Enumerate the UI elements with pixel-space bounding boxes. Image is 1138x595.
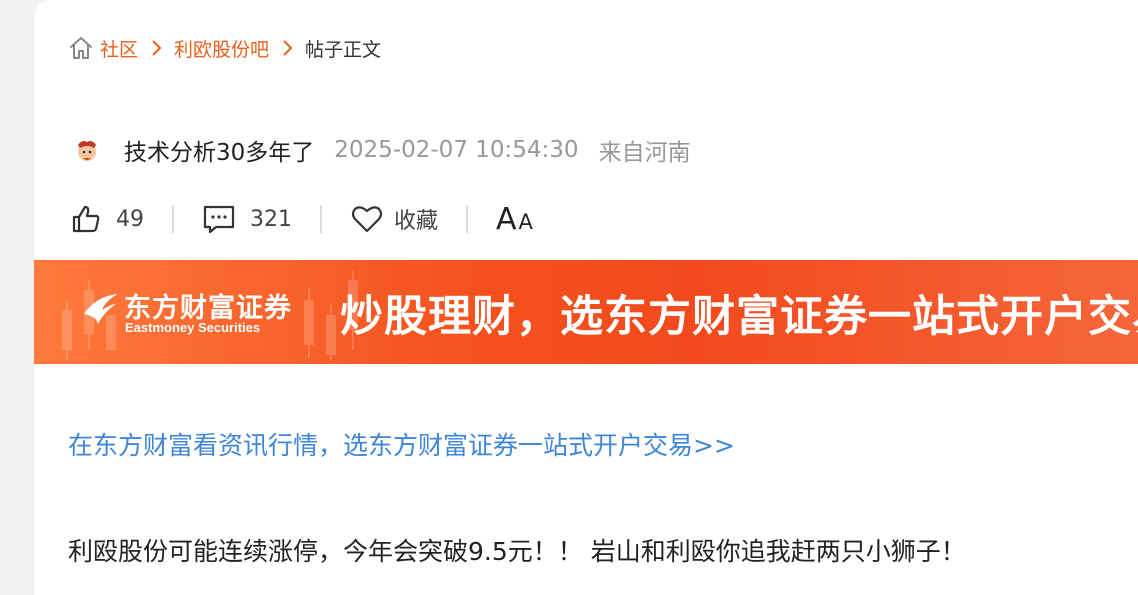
post-location: 来自河南 [598,140,691,166]
like-count: 49 [116,206,144,232]
banner-slogan: 炒股理财，选东方财富证券一站式开户交易 [340,292,1138,342]
promo-link[interactable]: 在东方财富看资讯行情，选东方财富证券一站式开户交易>> [68,426,735,462]
chevron-right-icon [149,39,163,57]
banner-brand-english: Eastmoney Securities [125,320,261,335]
post-body-text: 利殴股份可能连续涨停，今年会突破9.5元！！ 岩山和利殴你追我赶两只小狮子！ [68,537,966,566]
author-name[interactable]: 技术分析30多年了 [124,133,314,167]
heart-icon [350,203,384,235]
home-icon[interactable] [68,35,94,61]
font-size-large-glyph: A [496,201,517,237]
post-card: 社区 利欧股份吧 帖子正文 技术分析30多年了 2025-02-07 10:54… [34,0,1138,595]
divider [466,205,469,233]
favorite-button[interactable]: 收藏 [350,203,438,235]
breadcrumb: 社区 利欧股份吧 帖子正文 [68,32,381,64]
favorite-label: 收藏 [394,209,439,234]
comment-count: 321 [250,206,292,232]
font-size-toggle[interactable]: AA [496,202,533,237]
breadcrumb-current: 帖子正文 [305,38,382,61]
chevron-right-icon [280,39,294,57]
thumbs-up-icon [70,203,102,235]
eastmoney-logo-icon [84,294,118,324]
comment-icon [202,203,236,235]
post-timestamp: 2025-02-07 10:54:30 [334,137,579,163]
like-button[interactable]: 49 [70,203,144,235]
avatar[interactable] [74,137,100,163]
breadcrumb-forum-link[interactable]: 利欧股份吧 [174,35,269,62]
breadcrumb-community-link[interactable]: 社区 [100,35,138,62]
author-row: 技术分析30多年了 2025-02-07 10:54:30 来自河南 [74,130,691,170]
eastmoney-ad-banner[interactable]: 东方财富证券 Eastmoney Securities 炒股理财，选东方财富证券… [34,260,1138,364]
font-size-small-glyph: A [518,209,533,234]
divider [320,205,322,233]
action-bar: 49 321 收藏 AA [70,196,533,242]
comment-button[interactable]: 321 [202,203,292,235]
divider [172,205,174,233]
